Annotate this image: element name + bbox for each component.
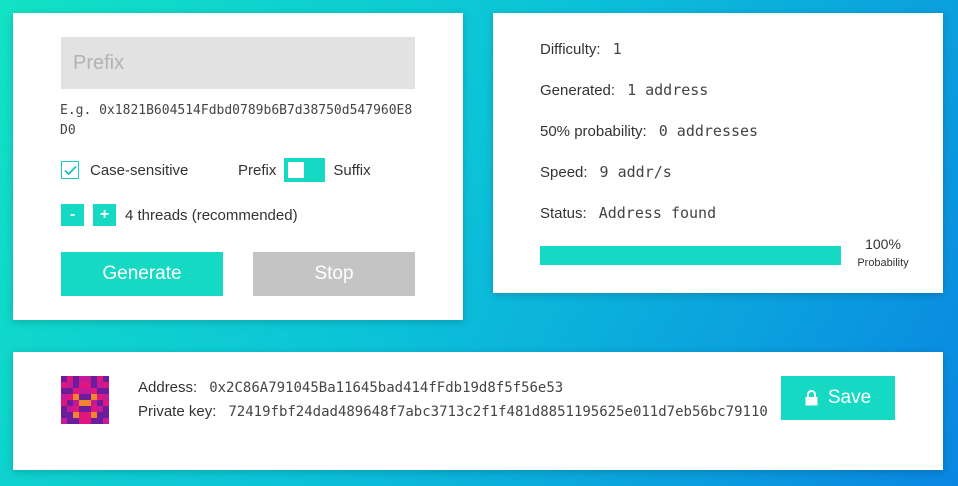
difficulty-row: Difficulty: 1	[540, 40, 622, 58]
speed-value: 9 addr/s	[599, 163, 672, 181]
stop-button[interactable]: Stop	[253, 252, 415, 296]
prefix-suffix-toggle[interactable]	[284, 158, 326, 182]
address-label: Address:	[138, 379, 198, 396]
generated-value: 1 address	[627, 81, 709, 99]
private-key-line: Private key: 72419fbf24dad489648f7abc3713…	[138, 399, 768, 425]
address-value: 0x2C86A791045Ba11645bad414fFdb19d8f5f56e…	[209, 380, 564, 396]
speed-label: Speed:	[540, 164, 588, 181]
progress-caption: Probability	[857, 257, 909, 269]
threads-label: 4 threads (recommended)	[125, 206, 298, 224]
input-panel: E.g. 0x1821B604514Fdbd0789b6B7d38750d547…	[13, 13, 463, 320]
progress-fill	[540, 246, 841, 265]
progress-percent: 100%	[865, 236, 901, 252]
prefix-suffix-row: Prefix Suffix	[238, 158, 371, 182]
probability-row: 50% probability: 0 addresses	[540, 122, 758, 140]
case-sensitive-checkbox[interactable]	[61, 161, 79, 179]
case-sensitive-row: Case-sensitive	[61, 161, 188, 179]
speed-row: Speed: 9 addr/s	[540, 163, 672, 181]
case-sensitive-label: Case-sensitive	[90, 161, 189, 179]
threads-row: - + 4 threads (recommended)	[61, 204, 298, 226]
status-value: Address found	[598, 204, 717, 222]
lock-icon	[805, 390, 818, 406]
check-icon	[63, 165, 77, 175]
toggle-knob	[288, 162, 305, 178]
generated-row: Generated: 1 address	[540, 81, 708, 99]
example-address: E.g. 0x1821B604514Fdbd0789b6B7d38750d547…	[60, 103, 413, 138]
status-label: Status:	[540, 205, 587, 222]
save-label: Save	[827, 387, 872, 408]
suffix-label: Suffix	[333, 161, 371, 179]
generate-button[interactable]: Generate	[61, 252, 223, 296]
difficulty-label: Difficulty:	[540, 41, 601, 58]
identicon-avatar	[61, 376, 109, 424]
probability-value: 0 addresses	[658, 122, 759, 140]
status-row: Status: Address found	[540, 204, 716, 222]
progress-bar	[540, 246, 841, 265]
increment-threads-button[interactable]: +	[93, 204, 116, 226]
save-button[interactable]: Save	[781, 376, 895, 420]
prefix-input[interactable]	[61, 37, 415, 89]
difficulty-value: 1	[612, 40, 622, 58]
result-details: Address: 0x2C86A791045Ba11645bad414fFdb19…	[138, 377, 768, 425]
decrement-threads-button[interactable]: -	[61, 204, 84, 226]
private-key-value: 72419fbf24dad489648f7abc3713c2f1f481d885…	[228, 404, 768, 420]
prefix-label: Prefix	[238, 161, 277, 179]
result-panel: Address: 0x2C86A791045Ba11645bad414fFdb19…	[13, 352, 943, 470]
probability-label: 50% probability:	[540, 123, 647, 140]
private-key-label: Private key:	[138, 403, 217, 420]
generated-label: Generated:	[540, 82, 616, 99]
address-line: Address: 0x2C86A791045Ba11645bad414fFdb19…	[138, 377, 768, 399]
stats-panel: Difficulty: 1 Generated: 1 address 50% p…	[493, 13, 943, 293]
